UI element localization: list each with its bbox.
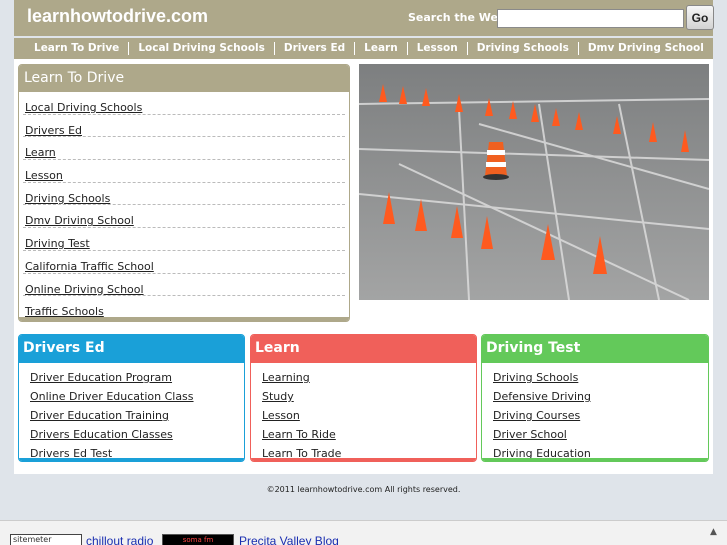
link-online-driving-school[interactable]: Online Driving School	[25, 283, 144, 296]
link-learn-to-ride[interactable]: Learn To Ride	[262, 428, 336, 441]
cones-illustration	[359, 64, 709, 300]
link-driver-education-training[interactable]: Driver Education Training	[30, 409, 169, 422]
list-item: Driver School	[493, 423, 708, 442]
list-item: Drivers Ed	[23, 115, 345, 138]
link-lesson-2[interactable]: Lesson	[262, 409, 300, 422]
drivers-ed-box: Drivers Ed Driver Education Program Onli…	[18, 334, 245, 462]
list-item: Driver Education Program	[30, 366, 244, 385]
link-drivers-ed[interactable]: Drivers Ed	[25, 124, 82, 137]
list-item: Learning	[262, 366, 476, 385]
go-button[interactable]: Go	[686, 5, 714, 30]
list-item: Lesson	[262, 404, 476, 423]
link-driving-courses[interactable]: Driving Courses	[493, 409, 580, 422]
link-learning[interactable]: Learning	[262, 371, 310, 384]
nav-item-local-driving-schools[interactable]: Local Driving Schools	[128, 42, 274, 55]
list-item: Driving Schools	[493, 366, 708, 385]
link-study[interactable]: Study	[262, 390, 294, 403]
list-item: Dmv Driving School	[23, 205, 345, 229]
drivers-ed-title: Drivers Ed	[19, 335, 244, 363]
list-item: Learn	[23, 137, 345, 161]
link-local-driving-schools[interactable]: Local Driving Schools	[25, 101, 142, 114]
list-item: Traffic Schools	[23, 296, 345, 319]
learn-title: Learn	[251, 335, 476, 363]
list-item: Online Driver Education Class	[30, 385, 244, 404]
list-item: Driving Test	[23, 228, 345, 251]
driving-test-title: Driving Test	[482, 335, 708, 363]
list-item: Driving Schools	[23, 183, 345, 206]
list-item: Driving Courses	[493, 404, 708, 423]
nav-item-learn[interactable]: Learn	[354, 42, 407, 55]
search-label: Search the Web:	[408, 11, 511, 24]
box-bottom-bar	[482, 458, 708, 461]
link-california-traffic-school[interactable]: California Traffic School	[25, 260, 154, 273]
list-item: Lesson	[23, 160, 345, 183]
list-item: Driver Education Training	[30, 404, 244, 423]
box-bottom-bar	[251, 458, 476, 461]
list-item: Online Driving School	[23, 274, 345, 297]
chillout-radio-link[interactable]: chillout radio	[86, 534, 153, 545]
link-drivers-education-classes[interactable]: Drivers Education Classes	[30, 428, 173, 441]
nav-item-lesson[interactable]: Lesson	[406, 42, 467, 55]
link-online-driver-education-class[interactable]: Online Driver Education Class	[30, 390, 194, 403]
site-logo[interactable]: learnhowtodrive.com	[27, 6, 208, 27]
link-driving-schools-2[interactable]: Driving Schools	[493, 371, 578, 384]
copyright-footer: ©2011 learnhowtodrive.com All rights res…	[266, 485, 461, 494]
main-content: Learn To Drive Local Driving Schools Dri…	[14, 59, 713, 474]
driving-test-box: Driving Test Driving Schools Defensive D…	[481, 334, 709, 462]
scroll-up-arrow-icon[interactable]: ▲	[710, 527, 717, 537]
list-item: Learn To Ride	[262, 423, 476, 442]
link-learn[interactable]: Learn	[25, 146, 56, 159]
driving-cones-photo	[359, 64, 709, 300]
list-item: Study	[262, 385, 476, 404]
sitemeter-badge[interactable]: sitemeter	[10, 534, 82, 545]
box-bottom-bar	[19, 317, 349, 321]
precita-valley-blog-link[interactable]: Precita Valley Blog	[239, 534, 339, 545]
header: learnhowtodrive.com Search the Web: Go	[14, 0, 714, 36]
link-lesson[interactable]: Lesson	[25, 169, 63, 182]
list-item: California Traffic School	[23, 251, 345, 274]
link-dmv-driving-school[interactable]: Dmv Driving School	[25, 214, 134, 227]
nav-item-driving-schools[interactable]: Driving Schools	[466, 42, 578, 55]
search-input[interactable]	[497, 9, 684, 28]
box-bottom-bar	[19, 458, 244, 461]
link-defensive-driving[interactable]: Defensive Driving	[493, 390, 591, 403]
learn-box: Learn Learning Study Lesson Learn To Rid…	[250, 334, 477, 462]
nav-item-drivers-ed[interactable]: Drivers Ed	[273, 42, 354, 55]
nav-item-learn-to-drive[interactable]: Learn To Drive	[25, 42, 128, 55]
learn-to-drive-title: Learn To Drive	[19, 65, 349, 92]
nav-item-dmv-driving-school[interactable]: Dmv Driving School	[577, 42, 713, 55]
link-driving-test[interactable]: Driving Test	[25, 237, 90, 250]
nav-bar: Learn To Drive Local Driving Schools Dri…	[14, 38, 713, 59]
list-item: Local Driving Schools	[23, 92, 345, 115]
learn-to-drive-box: Learn To Drive Local Driving Schools Dri…	[18, 64, 350, 322]
somafm-badge[interactable]: soma fm	[162, 534, 234, 545]
list-item: Defensive Driving	[493, 385, 708, 404]
link-driver-education-program[interactable]: Driver Education Program	[30, 371, 172, 384]
link-driver-school[interactable]: Driver School	[493, 428, 567, 441]
list-item: Drivers Education Classes	[30, 423, 244, 442]
link-driving-schools[interactable]: Driving Schools	[25, 192, 110, 205]
bottom-widget-strip: sitemeter chillout radio soma fm Precita…	[0, 520, 727, 545]
